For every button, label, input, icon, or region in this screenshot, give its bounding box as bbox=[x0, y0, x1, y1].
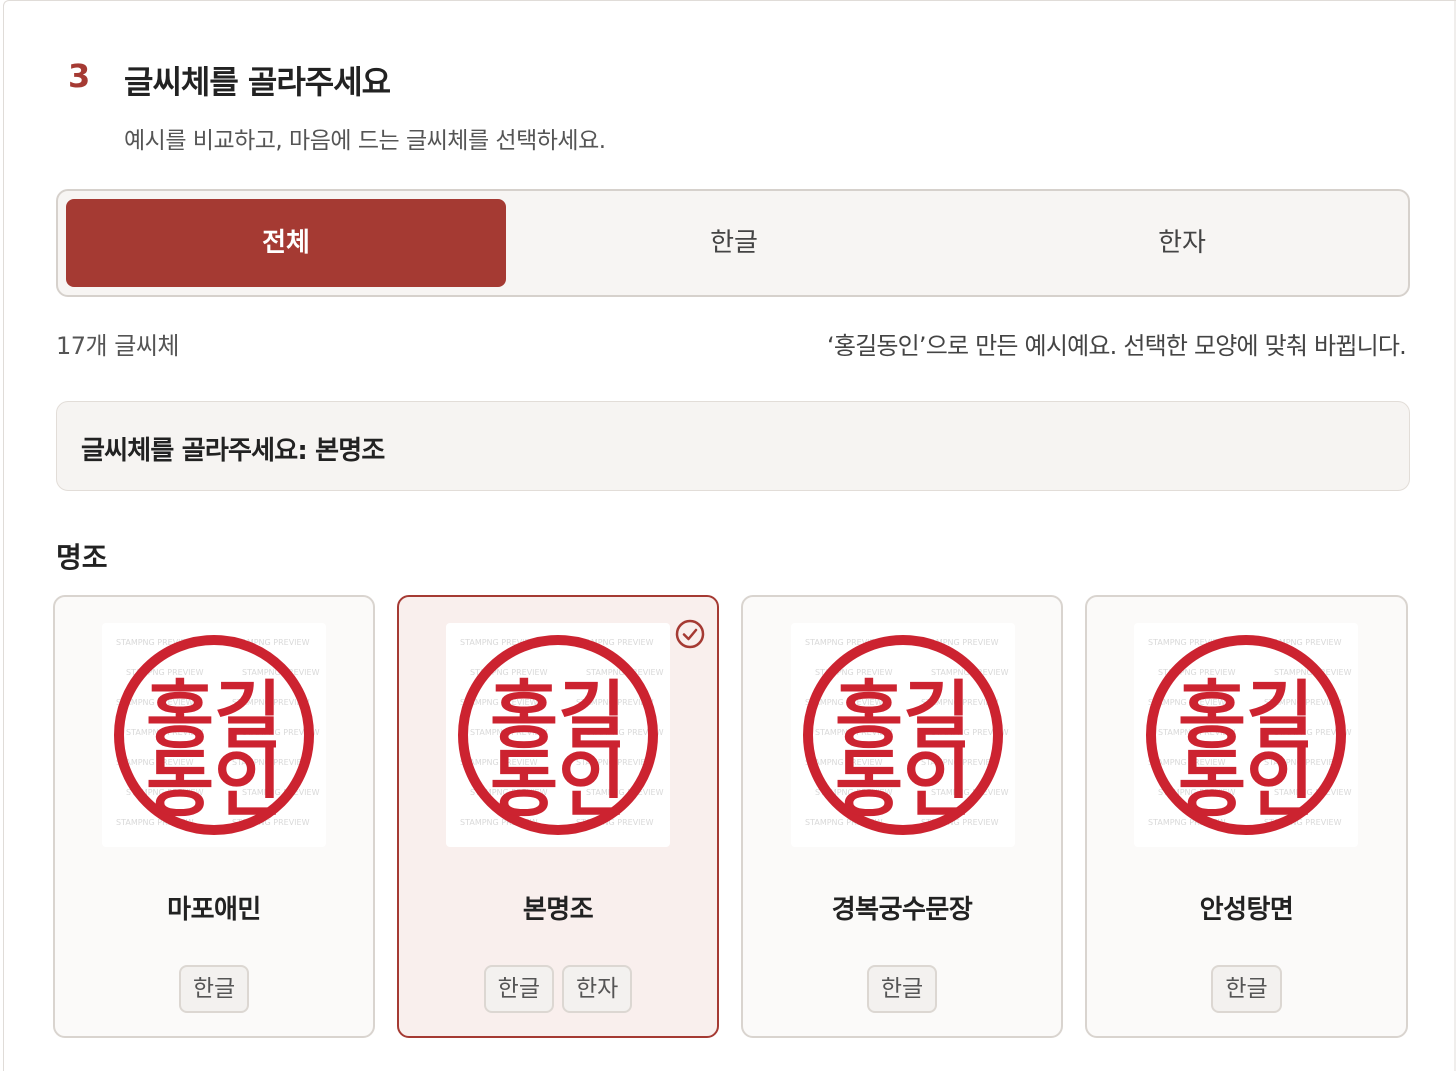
font-card-gyeongbokgung[interactable]: STAMPNG PREVIEW STAMPNG PREVIEW STAMPNG PR… bbox=[741, 595, 1063, 1038]
font-name: 마포애민 bbox=[167, 895, 261, 925]
font-tags: 한글 bbox=[55, 965, 373, 1013]
stamp-char: 인 bbox=[1246, 742, 1314, 825]
step-description: 예시를 비교하고, 마음에 드는 글씨체를 선택하세요. bbox=[124, 128, 606, 154]
stamp-svg: STAMPNG PREVIEW STAMPNG PREVIEWSTAMPNG PR… bbox=[458, 635, 664, 835]
font-tag: 한글 bbox=[866, 965, 938, 1013]
font-tags: 한글 bbox=[743, 965, 1061, 1013]
font-tag: 한글 bbox=[1211, 965, 1282, 1013]
font-tag: 한자 bbox=[562, 965, 633, 1013]
font-tags: 한글 한자 bbox=[399, 965, 717, 1013]
font-card-mapo[interactable]: STAMPNG PREVIEW STAMPNG PREVIEW STAMPNG PR… bbox=[53, 595, 375, 1038]
tab-all[interactable]: 전체 bbox=[66, 199, 506, 287]
font-name: 본명조 bbox=[522, 895, 594, 925]
stamp-svg: STAMPNG PREVIEW STAMPNG PREVIEWSTAMPNG PR… bbox=[114, 635, 320, 835]
stamp-svg: STAMPNG PREVIEW STAMPNG PREVIEWSTAMPNG PR… bbox=[803, 635, 1009, 835]
step-title: 글씨체를 골라주세요 bbox=[124, 63, 391, 101]
font-step-panel: 3 글씨체를 골라주세요 예시를 비교하고, 마음에 드는 글씨체를 선택하세요… bbox=[3, 0, 1456, 1071]
stamp-char: 인 bbox=[903, 741, 971, 827]
stamp-char: 인 bbox=[214, 741, 282, 827]
stamp-char: 동 bbox=[146, 741, 214, 827]
stamp-char: 동 bbox=[1178, 742, 1246, 825]
check-circle-icon bbox=[675, 619, 705, 649]
font-name: 안성탕면 bbox=[1199, 895, 1294, 925]
stamp-preview: STAMPNG PREVIEW STAMPNG PREVIEW STAMPNG PR… bbox=[102, 623, 326, 847]
font-name: 경복궁수문장 bbox=[831, 895, 973, 925]
font-tags: 한글 bbox=[1087, 965, 1406, 1013]
tab-hangul[interactable]: 한글 bbox=[514, 199, 954, 287]
stamp-char: 인 bbox=[558, 744, 626, 826]
current-selection-bar: 글씨체를 골라주세요: 본명조 bbox=[56, 401, 1410, 491]
current-selection-text: 글씨체를 골라주세요: 본명조 bbox=[81, 436, 385, 466]
script-filter-tabs: 전체 한글 한자 bbox=[56, 189, 1410, 297]
stamp-preview: STAMPNG PREVIEW STAMPNG PREVIEW STAMPNG PR… bbox=[791, 623, 1015, 847]
font-tag: 한글 bbox=[483, 965, 554, 1013]
stamp-char: 동 bbox=[490, 744, 558, 826]
stamp-char: 동 bbox=[835, 741, 903, 827]
font-card-anseong[interactable]: STAMPNG PREVIEW STAMPNG PREVIEW STAMPNG PR… bbox=[1085, 595, 1408, 1038]
step-number: 3 bbox=[68, 57, 91, 95]
font-card-bonmyeongjo[interactable]: STAMPNG PREVIEW STAMPNG PREVIEW STAMPNG PR… bbox=[397, 595, 719, 1038]
tab-hanja[interactable]: 한자 bbox=[962, 199, 1402, 287]
group-title: 명조 bbox=[56, 541, 108, 574]
stamp-preview: STAMPNG PREVIEW STAMPNG PREVIEW STAMPNG PR… bbox=[446, 623, 670, 847]
stamp-svg: STAMPNG PREVIEW STAMPNG PREVIEWSTAMPNG PR… bbox=[1146, 635, 1352, 835]
font-count: 17개 글씨체 bbox=[56, 332, 180, 360]
preview-notice: ‘홍길동인’으로 만든 예시예요. 선택한 모양에 맞춰 바뀝니다. bbox=[826, 332, 1407, 360]
font-tag: 한글 bbox=[178, 965, 250, 1013]
stamp-preview: STAMPNG PREVIEW STAMPNG PREVIEW STAMPNG PR… bbox=[1134, 623, 1358, 847]
